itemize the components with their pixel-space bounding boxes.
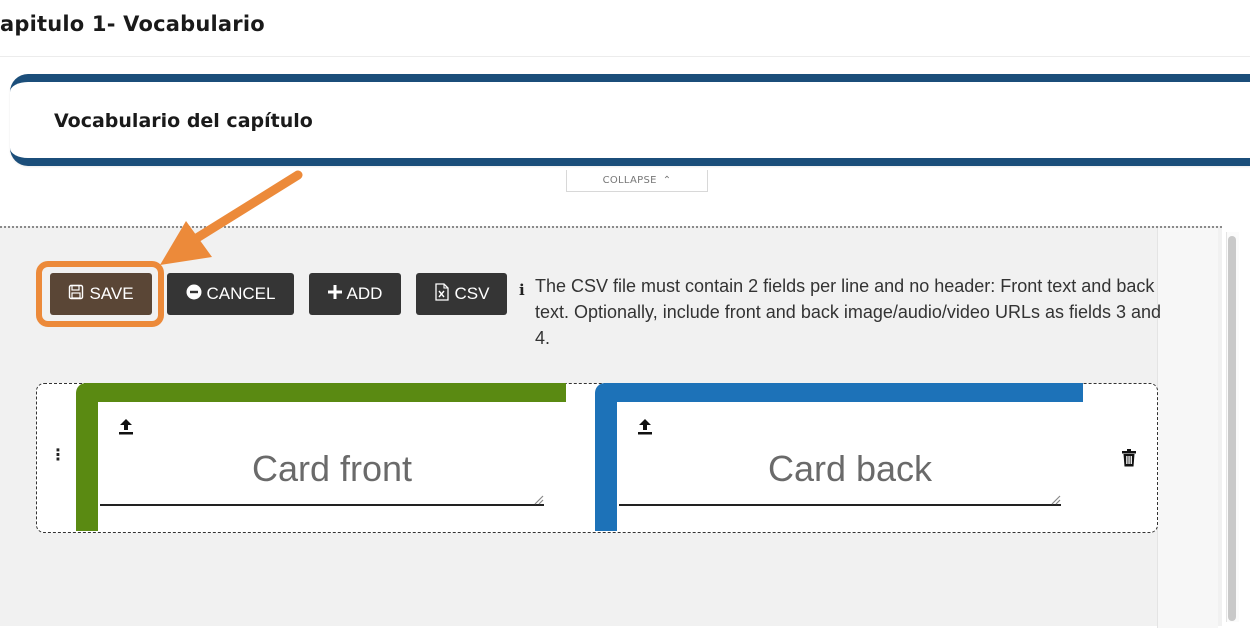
double-chevron-up-icon: ⌃ bbox=[662, 175, 672, 186]
plus-icon bbox=[327, 284, 342, 304]
save-highlight-box bbox=[36, 261, 164, 327]
card-back-panel: Card back bbox=[595, 383, 1083, 531]
upload-icon[interactable] bbox=[116, 416, 136, 438]
collapse-label: COLLAPSE bbox=[602, 175, 657, 186]
excel-file-icon bbox=[434, 282, 450, 306]
section-title: Vocabulario del capítulo bbox=[54, 110, 313, 132]
add-label: ADD bbox=[346, 284, 383, 303]
section-header-card: Vocabulario del capítulo bbox=[10, 74, 1250, 166]
csv-help-text: The CSV file must contain 2 fields per l… bbox=[535, 276, 1162, 348]
page-title: apitulo 1- Vocabulario bbox=[0, 12, 265, 36]
card-front-underline bbox=[100, 504, 544, 506]
resize-grip-icon[interactable] bbox=[1049, 490, 1061, 505]
drag-handle-icon[interactable]: ⋮ bbox=[50, 445, 66, 465]
trash-icon[interactable] bbox=[1121, 449, 1139, 469]
cancel-label: CANCEL bbox=[206, 284, 276, 303]
card-back-underline bbox=[619, 504, 1061, 506]
scrollbar-thumb[interactable] bbox=[1228, 236, 1236, 621]
card-back-field[interactable]: Card back bbox=[617, 402, 1083, 531]
card-front-panel: Card front bbox=[76, 383, 566, 531]
card-back-input[interactable]: Card back bbox=[617, 448, 1083, 490]
add-card-button[interactable]: ADD bbox=[309, 273, 401, 315]
info-icon: i bbox=[519, 281, 525, 299]
minus-circle-icon bbox=[186, 284, 202, 305]
card-front-input[interactable]: Card front bbox=[98, 448, 566, 490]
resize-grip-icon[interactable] bbox=[532, 490, 544, 505]
csv-label: CSV bbox=[454, 284, 490, 303]
cancel-button[interactable]: CANCEL bbox=[167, 273, 294, 315]
csv-import-button[interactable]: CSV bbox=[416, 273, 507, 315]
upload-icon[interactable] bbox=[635, 416, 655, 438]
collapse-toggle[interactable]: COLLAPSE ⌃ bbox=[566, 170, 708, 192]
card-front-field[interactable]: Card front bbox=[98, 402, 566, 531]
title-divider bbox=[0, 56, 1250, 57]
